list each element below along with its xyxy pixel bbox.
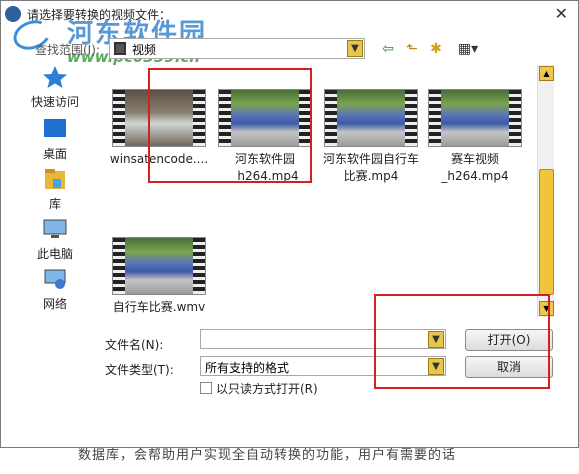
video-thumbnail [324,89,418,147]
file-name: 自行车比赛.wmv [112,300,206,314]
sidebar-item-desktop[interactable]: 桌面 [9,117,101,163]
sidebar-item-label: 快速访问 [30,95,79,109]
back-icon[interactable]: ⇦ [379,41,397,57]
sidebar-item-network[interactable]: 网络 [9,267,101,313]
folder-icon [114,42,126,55]
scroll-thumb[interactable] [539,169,554,295]
file-open-dialog: 请选择要转换的视频文件： ✕ 河东软件园 www.pc0359.cn 查找范围(… [0,0,579,448]
sidebar-item-label: 网络 [42,297,67,311]
vertical-scrollbar[interactable]: ▲ ▼ [537,65,554,317]
new-folder-icon[interactable]: ✱ [427,41,445,57]
places-sidebar: 快速访问 桌面 库 此电脑 网络 [9,65,101,317]
desktop-icon [44,119,66,137]
sidebar-item-this-pc[interactable]: 此电脑 [9,217,101,263]
filename-label: 文件名(N): [105,338,164,352]
star-icon [43,66,67,88]
look-in-value: 视频 [132,43,157,57]
scroll-up-icon[interactable]: ▲ [539,66,554,81]
sidebar-item-label: 此电脑 [36,247,73,261]
filetype-value: 所有支持的格式 [205,361,290,375]
readonly-checkbox[interactable] [200,382,212,394]
filetype-label: 文件类型(T): [105,363,174,377]
sidebar-item-quick-access[interactable]: 快速访问 [9,65,101,111]
network-icon [44,269,66,289]
library-icon [45,169,65,189]
background-text: 数据库，会帮助用户实现全自动转换的功能，用户有需要的话 [78,448,457,463]
up-folder-icon[interactable]: ⬑ [403,41,421,57]
highlight-box [148,68,312,183]
app-icon [5,6,21,22]
sidebar-item-label: 桌面 [42,147,67,161]
highlight-box [374,294,550,389]
close-icon[interactable]: ✕ [555,4,568,23]
view-menu-icon[interactable]: ▦▾ [453,41,483,57]
look-in-label: 查找范围(I): [35,43,100,57]
sidebar-item-label: 库 [48,197,61,211]
file-name: 河东软件园自行车 比赛.mp4 [322,152,419,183]
background-page: 数据库，会帮助用户实现全自动转换的功能，用户有需要的话 [0,448,579,474]
readonly-label: 以只读方式打开(R) [216,382,318,396]
chevron-down-icon[interactable]: ▼ [347,40,363,57]
video-thumbnail [112,237,206,295]
video-thumbnail [428,89,522,147]
sidebar-item-library[interactable]: 库 [9,167,101,213]
computer-icon [43,219,67,238]
look-in-select[interactable]: 视频 ▼ [109,38,365,59]
file-name: 赛车视频 _h264.mp4 [441,152,509,183]
